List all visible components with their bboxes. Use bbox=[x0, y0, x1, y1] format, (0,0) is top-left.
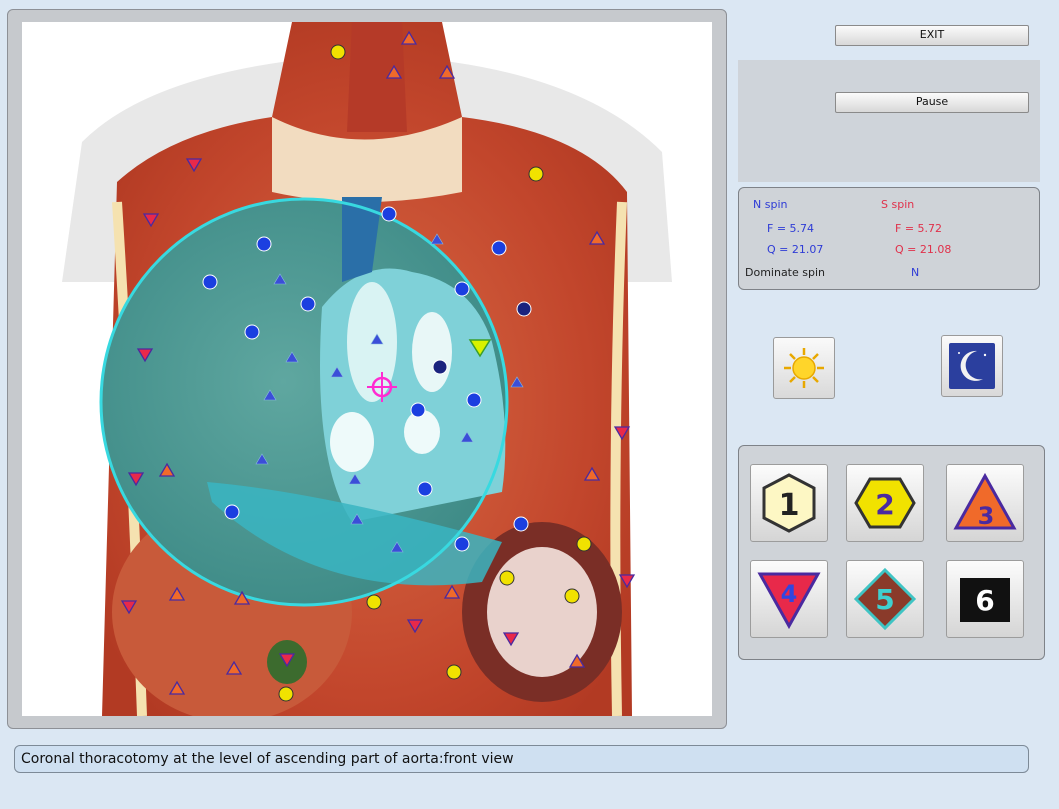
shape-button-4-label: 4 bbox=[781, 580, 798, 608]
s-spin-header: S spin bbox=[881, 198, 915, 211]
shape-button-4[interactable]: 4 bbox=[750, 560, 828, 638]
dominate-spin-label: Dominate spin bbox=[745, 266, 826, 279]
night-mode-button[interactable] bbox=[941, 335, 1003, 397]
sun-icon bbox=[784, 348, 824, 388]
shape-button-1[interactable]: 1 bbox=[750, 464, 828, 542]
shape-button-5-label: 5 bbox=[875, 583, 894, 616]
caption-bar: Coronal thoracotomy at the level of asce… bbox=[14, 745, 1029, 773]
spin-panel: N spin S spin F = 5.74 F = 5.72 Q = 21.0… bbox=[738, 187, 1040, 290]
exit-button[interactable]: EXIT bbox=[835, 25, 1029, 46]
moon-icon bbox=[949, 343, 995, 389]
hexagon-icon: 2 bbox=[854, 477, 916, 529]
caption-text: Coronal thoracotomy at the level of asce… bbox=[21, 751, 514, 767]
n-spin-header: N spin bbox=[753, 198, 788, 211]
square-icon: 6 bbox=[960, 578, 1010, 622]
shape-button-3[interactable]: 3 bbox=[946, 464, 1024, 542]
control-panel bbox=[738, 60, 1040, 182]
shape-button-2[interactable]: 2 bbox=[846, 464, 924, 542]
n-spin-f: F = 5.74 bbox=[767, 222, 815, 235]
anatomy-image[interactable] bbox=[22, 22, 712, 716]
s-spin-f: F = 5.72 bbox=[895, 222, 943, 235]
dominate-spin-value: N bbox=[911, 266, 920, 279]
shape-button-6-label: 6 bbox=[975, 584, 994, 617]
shape-button-3-label: 3 bbox=[978, 502, 995, 530]
triangle-up-icon: 3 bbox=[953, 472, 1017, 530]
s-spin-q: Q = 21.08 bbox=[895, 243, 952, 256]
pause-button[interactable]: Pause bbox=[835, 92, 1029, 113]
diamond-icon: 5 bbox=[853, 567, 917, 631]
shape-button-6[interactable]: 6 bbox=[946, 560, 1024, 638]
day-mode-button[interactable] bbox=[773, 337, 835, 399]
shape-button-1-label: 1 bbox=[779, 488, 800, 523]
hexagon-icon: 1 bbox=[762, 473, 816, 533]
triangle-down-icon: 4 bbox=[757, 572, 821, 630]
shape-button-2-label: 2 bbox=[875, 488, 894, 521]
shape-button-5[interactable]: 5 bbox=[846, 560, 924, 638]
n-spin-q: Q = 21.07 bbox=[767, 243, 824, 256]
